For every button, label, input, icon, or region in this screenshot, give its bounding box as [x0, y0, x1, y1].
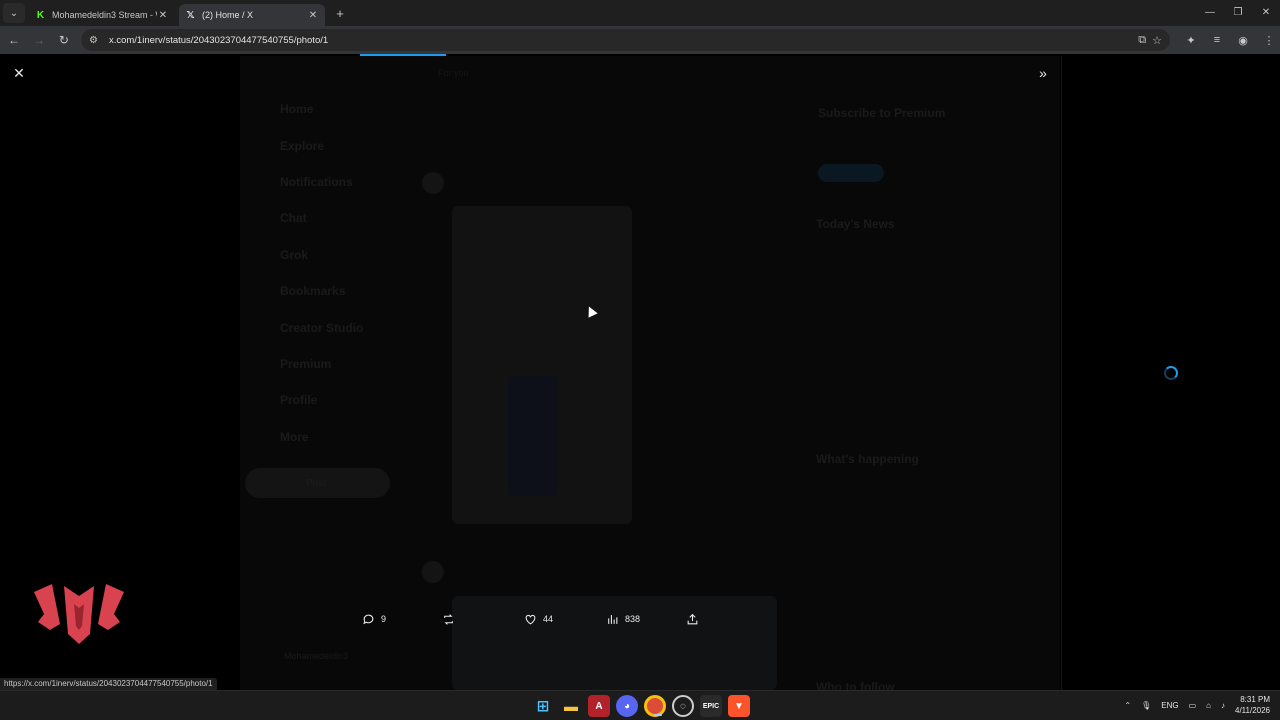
reply-icon — [363, 614, 374, 624]
address-url: x.com/1inerv/status/2043023704477540755/… — [108, 34, 329, 46]
bookmark-star-icon[interactable]: ☆ — [1152, 34, 1162, 47]
ghost-avatar — [422, 172, 444, 194]
tab-title: Mohamedeldin3 Stream - Watc — [52, 10, 157, 20]
site-info-icon[interactable]: ⚙ — [89, 35, 103, 46]
views-button[interactable]: 838 — [606, 613, 640, 626]
dimmed-timeline-background: Home Explore Notifications Chat Grok Boo… — [240, 56, 1060, 690]
back-button[interactable]: ← — [3, 29, 25, 51]
network-icon[interactable]: ⌂ — [1206, 701, 1211, 710]
page-viewport: Home Explore Notifications Chat Grok Boo… — [0, 56, 1280, 690]
volume-icon[interactable]: ♪ — [1221, 701, 1225, 710]
window-close-button[interactable]: ✕ — [1252, 0, 1280, 24]
profile-avatar-icon[interactable]: ◉ — [1232, 29, 1254, 51]
address-bar[interactable]: ⚙ x.com/1inerv/status/204302370447754075… — [80, 29, 1171, 51]
tab-title: (2) Home / X — [202, 10, 254, 20]
media-controls-icon[interactable]: ≡ — [1206, 29, 1228, 51]
ghost-post-image-inner — [508, 376, 558, 496]
ghost-nav-chat: Chat — [280, 211, 307, 225]
repost-button[interactable] — [442, 613, 461, 626]
brave-icon[interactable]: ▼ — [728, 695, 750, 717]
stream-logo-watermark — [34, 584, 124, 644]
extensions-icon[interactable]: ✦ — [1180, 29, 1202, 51]
taskbar-apps: ⊞ ▬ A ◕ ◌ EPIC ▼ — [532, 695, 750, 717]
ghost-nav-profile: Profile — [280, 393, 318, 407]
ghost-nav-home: Home — [280, 102, 314, 116]
reload-button[interactable]: ↻ — [53, 29, 75, 51]
ghost-subscribe-pill — [818, 164, 884, 182]
photo-action-bar: 9 44 838 — [240, 605, 1060, 633]
minimize-button[interactable]: — — [1196, 0, 1224, 24]
browser-tab-bar: ⌄ K Mohamedeldin3 Stream - Watc ✕ 𝕏 (2) … — [0, 0, 1280, 26]
new-tab-button[interactable]: + — [329, 3, 351, 23]
language-indicator[interactable]: ENG — [1161, 701, 1178, 710]
loading-spinner — [1164, 366, 1178, 380]
ghost-premium-title: Subscribe to Premium — [818, 106, 946, 120]
reply-button[interactable]: 9 — [362, 613, 386, 626]
tab-kick-stream[interactable]: K Mohamedeldin3 Stream - Watc ✕ — [29, 4, 175, 26]
windows-start-icon[interactable]: ⊞ — [532, 695, 554, 717]
ghost-happening-title: What's happening — [816, 452, 919, 466]
ghost-post-label: Post — [306, 478, 327, 489]
ghost-avatar-2 — [422, 561, 444, 583]
ghost-nav-explore: Explore — [280, 139, 325, 153]
epic-games-icon[interactable]: EPIC — [700, 695, 722, 717]
browser-menu-icon[interactable]: ⋮ — [1258, 29, 1280, 51]
clock[interactable]: 8:31 PM 4/11/2026 — [1235, 694, 1270, 716]
file-explorer-icon[interactable]: ▬ — [560, 695, 582, 717]
chrome-icon[interactable] — [644, 695, 666, 717]
views-chart-icon — [608, 614, 618, 624]
clock-time: 8:31 PM — [1240, 695, 1270, 704]
like-count: 44 — [543, 614, 554, 624]
clock-date: 4/11/2026 — [1235, 706, 1270, 715]
share-icon — [687, 613, 698, 624]
kick-icon: K — [36, 9, 45, 21]
repost-icon — [444, 613, 453, 625]
expand-panel-button[interactable]: » — [1034, 64, 1052, 82]
discord-icon[interactable]: ◕ — [616, 695, 638, 717]
views-count: 838 — [625, 614, 641, 624]
ghost-nav-premium: Premium — [280, 357, 332, 371]
ghost-nav-notifications: Notifications — [280, 175, 353, 189]
ghost-news-title: Today's News — [816, 217, 895, 231]
windows-taskbar: ⊞ ▬ A ◕ ◌ EPIC ▼ ⌃ 🎙 ENG ▭ ⌂ ♪ 8:31 PM 4… — [0, 690, 1280, 720]
tab-close-icon[interactable]: ✕ — [307, 10, 319, 21]
share-button[interactable] — [686, 613, 699, 626]
ghost-nav-more: More — [280, 430, 309, 444]
tab-close-icon[interactable]: ✕ — [157, 10, 169, 21]
ghost-tab-for-you: For you — [438, 68, 469, 78]
like-button[interactable]: 44 — [524, 613, 553, 626]
tab-search-button[interactable]: ⌄ — [3, 3, 25, 23]
ghost-nav-bookmarks: Bookmarks — [280, 284, 346, 298]
tab-x-home[interactable]: 𝕏 (2) Home / X ✕ — [179, 4, 325, 26]
x-icon: 𝕏 — [186, 9, 195, 21]
ghost-nav-grok: Grok — [280, 248, 309, 262]
ghost-nav-creator-studio: Creator Studio — [280, 321, 364, 335]
obs-icon[interactable]: ◌ — [672, 695, 694, 717]
status-bar-url: https://x.com/1inerv/status/204302370447… — [0, 678, 217, 690]
heart-icon — [525, 614, 536, 624]
system-tray: ⌃ 🎙 ENG ▭ ⌂ ♪ 8:31 PM 4/11/2026 — [1124, 694, 1270, 716]
close-photo-button[interactable]: ✕ — [10, 64, 28, 82]
restore-button[interactable]: ❐ — [1224, 0, 1252, 24]
ghost-account-name: Mohamedeldin3 — [284, 651, 349, 661]
window-controls: — ❐ ✕ — [1196, 0, 1280, 24]
browser-toolbar: ← → ↻ ⚙ x.com/1inerv/status/204302370447… — [0, 26, 1280, 54]
forward-button[interactable]: → — [28, 29, 50, 51]
install-app-icon[interactable]: ⧉ — [1138, 34, 1146, 47]
acrobat-icon[interactable]: A — [588, 695, 610, 717]
display-icon[interactable]: ▭ — [1189, 701, 1197, 710]
chevron-up-icon[interactable]: ⌃ — [1124, 701, 1131, 710]
reply-count: 9 — [381, 614, 387, 624]
microphone-icon[interactable]: 🎙 — [1141, 701, 1151, 710]
ghost-follow-title: Who to follow — [816, 680, 895, 690]
